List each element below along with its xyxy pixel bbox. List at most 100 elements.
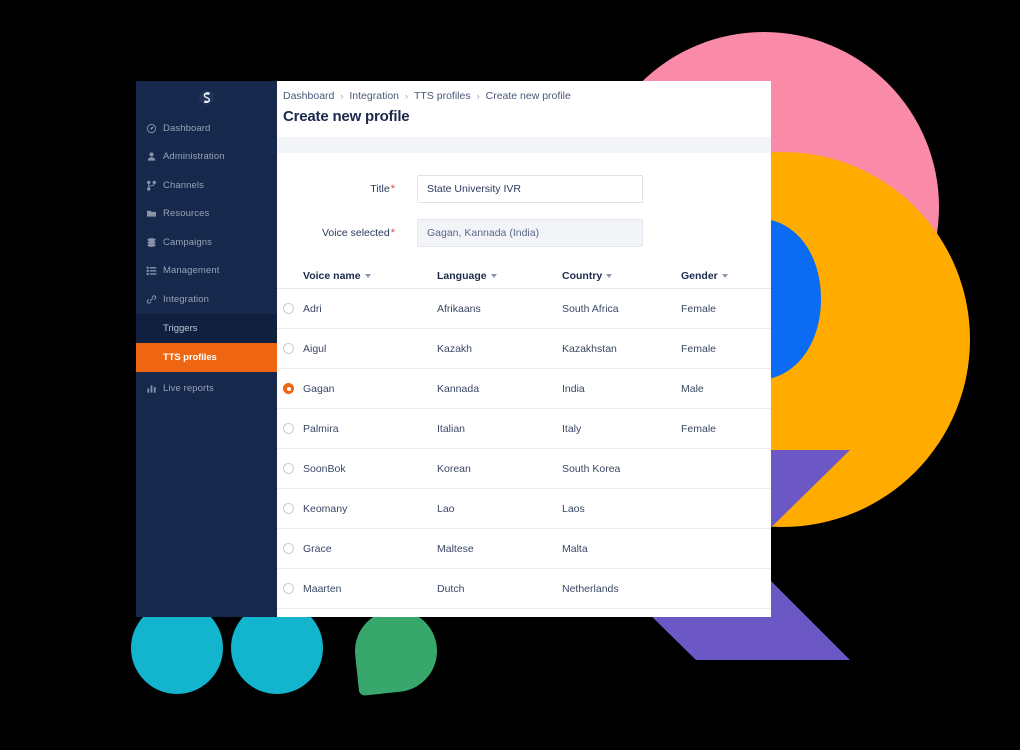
table-row[interactable]: Keomany Lao Laos [277, 489, 771, 529]
radio-unselected-icon[interactable] [283, 303, 294, 314]
list-icon [146, 265, 161, 276]
cell-name: Aigul [303, 342, 327, 355]
required-asterisk: * [390, 227, 395, 239]
breadcrumb-item-dashboard[interactable]: Dashboard [283, 90, 334, 102]
cell-country: Malta [562, 542, 588, 555]
chevron-down-icon [606, 273, 613, 278]
cell-name: Adri [303, 302, 322, 315]
voice-table: Voice name Language Country Gender Adri … [277, 263, 771, 609]
sidebar-item-resources[interactable]: Resources [136, 200, 277, 229]
branch-icon [146, 180, 161, 191]
radio-unselected-icon[interactable] [283, 343, 294, 354]
voice-selected-input[interactable]: Gagan, Kannada (India) [417, 219, 643, 247]
app-logo[interactable] [136, 81, 277, 114]
sidebar-item-dashboard[interactable]: Dashboard [136, 114, 277, 143]
cell-lang: Kannada [437, 382, 480, 395]
breadcrumb-separator-icon: › [405, 91, 408, 101]
voice-selected-label-text: Voice selected [322, 227, 390, 239]
sidebar-item-channels[interactable]: Channels [136, 171, 277, 200]
row-radio-cell[interactable] [283, 343, 303, 354]
cell-country: Netherlands [562, 582, 619, 595]
sidebar-item-management[interactable]: Management [136, 257, 277, 286]
breadcrumb-item-create-new-profile[interactable]: Create new profile [486, 90, 571, 102]
voice-selected-field-label: Voice selected* [283, 227, 417, 239]
table-header-row: Voice name Language Country Gender [277, 263, 771, 289]
cell-lang: Dutch [437, 582, 465, 595]
table-row[interactable]: Maarten Dutch Netherlands [277, 569, 771, 609]
title-input[interactable]: State University IVR [417, 175, 643, 203]
column-header-country[interactable]: Country [562, 270, 681, 282]
breadcrumb: Dashboard › Integration › TTS profiles ›… [277, 81, 771, 102]
cell-gender: Female [681, 422, 717, 435]
sidebar-item-integration[interactable]: Integration [136, 285, 277, 314]
row-radio-cell[interactable] [283, 543, 303, 554]
sidebar-item-administration[interactable]: Administration [136, 143, 277, 172]
cell-name: Grace [303, 542, 332, 555]
column-header-label: Country [562, 269, 603, 282]
cell-name: Maarten [303, 582, 342, 595]
table-row[interactable]: Grace Maltese Malta [277, 529, 771, 569]
sidebar-item-label: Channels [163, 179, 204, 191]
breadcrumb-item-integration[interactable]: Integration [349, 90, 399, 102]
radio-unselected-icon[interactable] [283, 463, 294, 474]
app-window: Dashboard Administration Channels Resour… [136, 81, 771, 617]
row-radio-cell[interactable] [283, 463, 303, 474]
user-icon [146, 151, 161, 162]
column-header-label: Language [437, 269, 487, 282]
table-row[interactable]: SoonBok Korean South Korea [277, 449, 771, 489]
column-header-voice-name[interactable]: Voice name [303, 270, 437, 282]
screenshot-stage: Dashboard Administration Channels Resour… [0, 0, 1020, 750]
sidebar-subitem-label: Triggers [163, 322, 198, 334]
chevron-down-icon [490, 273, 497, 278]
table-row[interactable]: Aigul Kazakh Kazakhstan Female [277, 329, 771, 369]
sidebar-item-label: Live reports [163, 383, 214, 395]
radio-unselected-icon[interactable] [283, 543, 294, 554]
cell-country: India [562, 382, 585, 395]
cell-lang: Kazakh [437, 342, 473, 355]
radio-unselected-icon[interactable] [283, 503, 294, 514]
column-header-gender[interactable]: Gender [681, 270, 771, 282]
table-row[interactable]: Gagan Kannada India Male [277, 369, 771, 409]
required-asterisk: * [390, 183, 395, 195]
cell-country: South Africa [562, 302, 619, 315]
table-row[interactable]: Adri Afrikaans South Africa Female [277, 289, 771, 329]
link-icon [146, 294, 161, 305]
row-radio-cell[interactable] [283, 423, 303, 434]
cell-lang: Italian [437, 422, 466, 435]
table-row[interactable]: Palmira Italian Italy Female [277, 409, 771, 449]
hexagon-s-logo-icon [199, 89, 214, 106]
sidebar-subitem-label: TTS profiles [163, 351, 217, 363]
cell-country: Laos [562, 502, 585, 515]
breadcrumb-separator-icon: › [340, 91, 344, 101]
cell-country: Italy [562, 422, 582, 435]
sidebar-subitem-triggers[interactable]: Triggers [136, 313, 277, 343]
sidebar-item-campaigns[interactable]: Campaigns [136, 228, 277, 257]
row-radio-cell[interactable] [283, 303, 303, 314]
row-radio-cell[interactable] [283, 583, 303, 594]
column-header-language[interactable]: Language [437, 270, 562, 282]
gauge-icon [146, 123, 161, 134]
toolbar-strip [277, 137, 771, 153]
title-label-text: Title [370, 183, 390, 195]
radio-unselected-icon[interactable] [283, 583, 294, 594]
radio-selected-icon[interactable] [283, 383, 294, 394]
cell-gender: Female [681, 302, 717, 315]
cell-gender: Female [681, 342, 717, 355]
sidebar-item-live-reports[interactable]: Live reports [136, 375, 277, 404]
radio-unselected-icon[interactable] [283, 423, 294, 434]
breadcrumb-item-tts-profiles[interactable]: TTS profiles [414, 90, 471, 102]
sidebar-subitem-tts-profiles[interactable]: TTS profiles [136, 342, 277, 372]
cell-lang: Afrikaans [437, 302, 481, 315]
sidebar-item-label: Administration [163, 151, 225, 163]
cell-lang: Korean [437, 462, 471, 475]
cell-name: Palmira [303, 422, 339, 435]
cell-lang: Lao [437, 502, 455, 515]
row-radio-cell[interactable] [283, 503, 303, 514]
main-content: Dashboard › Integration › TTS profiles ›… [277, 81, 771, 617]
cell-name: Gagan [303, 382, 335, 395]
column-header-label: Gender [681, 269, 718, 282]
page-title: Create new profile [283, 108, 410, 125]
column-header-label: Voice name [303, 269, 361, 282]
breadcrumb-separator-icon: › [476, 91, 480, 101]
row-radio-cell[interactable] [283, 383, 303, 394]
